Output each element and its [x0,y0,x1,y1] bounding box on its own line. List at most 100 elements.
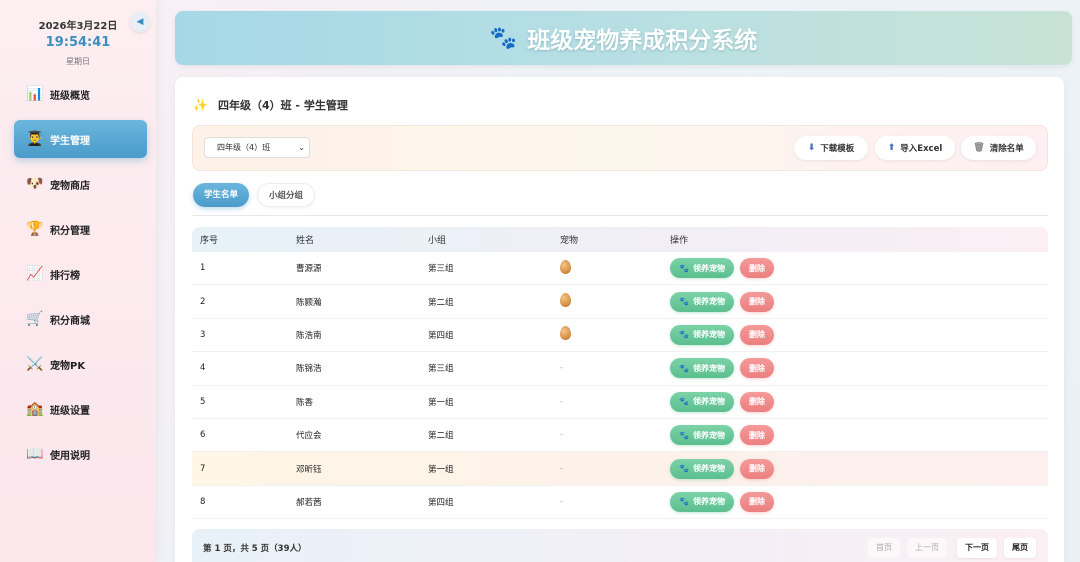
clock-panel: 2026年3月22日 19:54:41 星期日 [0,0,156,74]
sidebar-item-label: 班级设置 [50,405,90,417]
cell-name: 曹源源 [296,264,322,275]
cell-no: 7 [200,463,206,474]
last-page-button[interactable]: 尾页 [1004,538,1036,558]
adopt-pet-label: 领养宠物 [692,397,725,407]
cell-group: 第四组 [428,497,454,508]
tabs: 学生名单 小组分组 [193,183,323,207]
import-excel-label: 导入Excel [900,144,943,154]
cell-no: 1 [200,263,206,274]
column-header-name: 姓名 [296,236,315,246]
cell-actions: 🐾 领养宠物 删除 [670,291,1048,312]
sidebar: 2026年3月22日 19:54:41 星期日 ◀ 📊 班级概览 👨‍🎓 学生管… [0,0,156,562]
cell-no: 4 [200,363,206,374]
main-panel: ✨ 四年级（4）班 - 学生管理 四年级（4）班 ⌄ ⬇ 下载模板 ⬆ 导入Ex… [175,77,1064,562]
cell-group: 第一组 [428,464,454,475]
pagination-info: 第 1 页，共 5 页（39人） [203,544,307,554]
egg-icon [560,259,571,274]
trophy-icon: 🏆 [26,221,44,237]
next-page-button[interactable]: 下一页 [957,538,997,558]
sidebar-item-leaderboard[interactable]: 📈 排行榜 [14,255,147,293]
tab-student-list[interactable]: 学生名单 [193,183,250,207]
adopt-pet-button[interactable]: 🐾 领养宠物 [670,291,734,312]
cell-pet [560,326,670,343]
cell-group: 第二组 [428,431,454,442]
table-row: 6 代应会 第二组 - 🐾 领养宠物 删除 [192,419,1048,453]
import-excel-button[interactable]: ⬆ 导入Excel [875,136,955,160]
delete-student-button[interactable]: 删除 [739,358,774,379]
cell-no: 8 [200,496,206,507]
student-icon: 👨‍🎓 [26,131,44,147]
sidebar-item-label: 宠物商店 [50,180,90,192]
paw-icon: 🐾 [679,430,689,440]
dog-icon: 🐶 [26,176,44,192]
table-row: 7 邓昕钰 第一组 - 🐾 领养宠物 删除 [192,452,1048,486]
sidebar-item-pet-shop[interactable]: 🐶 宠物商店 [14,165,147,203]
cell-actions: 🐾 领养宠物 删除 [670,358,1048,379]
sidebar-item-points-management[interactable]: 🏆 积分管理 [14,210,147,248]
sidebar-item-student-management[interactable]: 👨‍🎓 学生管理 [14,120,147,158]
cell-group: 第四组 [428,330,454,341]
download-icon: ⬇ [807,143,816,153]
trend-icon: 📈 [26,266,44,282]
divider [192,215,1048,216]
adopt-pet-button[interactable]: 🐾 领养宠物 [670,491,734,512]
adopt-pet-button[interactable]: 🐾 领养宠物 [670,258,734,279]
class-select[interactable]: 四年级（4）班 ⌄ [204,137,310,158]
cell-pet: - [560,464,670,474]
cell-name: 郝若茜 [296,497,322,508]
paw-icon: 🐾 [679,263,689,273]
adopt-pet-button[interactable]: 🐾 领养宠物 [670,425,734,446]
adopt-pet-button[interactable]: 🐾 领养宠物 [670,391,734,412]
collapse-sidebar-button[interactable]: ◀ [130,12,150,32]
paw-icon: 🐾 [679,363,689,373]
delete-student-button[interactable]: 删除 [739,324,774,345]
sidebar-item-instructions[interactable]: 📖 使用说明 [14,435,147,473]
adopt-pet-button[interactable]: 🐾 领养宠物 [670,324,734,345]
sidebar-item-pet-pk[interactable]: ⚔️ 宠物PK [14,345,147,383]
cell-pet [560,259,670,277]
clear-list-label: 清除名单 [989,144,1024,154]
cell-name: 陈香 [296,397,314,408]
tab-group-division[interactable]: 小组分组 [257,183,316,207]
column-header-group: 小组 [428,236,447,246]
sparkle-icon: ✨ [193,98,208,112]
pagination: 第 1 页，共 5 页（39人） 首页 上一页 下一页 尾页 [192,529,1048,562]
egg-icon [560,326,571,341]
delete-student-button[interactable]: 删除 [739,491,774,512]
delete-student-button[interactable]: 删除 [739,425,774,446]
delete-student-button[interactable]: 删除 [739,258,774,279]
sidebar-item-label: 排行榜 [50,270,80,282]
download-template-button[interactable]: ⬇ 下载模板 [794,136,868,160]
delete-student-button[interactable]: 删除 [739,458,774,479]
class-select-value: 四年级（4）班 [217,143,271,152]
cell-actions: 🐾 领养宠物 删除 [670,491,1048,512]
chart-icon: 📊 [26,86,44,102]
clear-list-button[interactable]: 🗑 清除名单 [961,136,1036,160]
sidebar-item-label: 宠物PK [50,360,86,372]
page-title-text: 四年级（4）班 - 学生管理 [217,99,348,112]
cell-group: 第三组 [428,364,454,375]
table-row: 2 陈颢瀚 第二组 🐾 领养宠物 删除 [192,285,1048,319]
book-icon: 📖 [26,446,44,462]
sidebar-item-label: 积分管理 [50,225,90,237]
column-header-pet: 宠物 [560,236,579,246]
toolbar: 四年级（4）班 ⌄ ⬇ 下载模板 ⬆ 导入Excel 🗑 清除名单 [192,125,1048,171]
cell-pet: - [560,397,670,407]
cell-pet: - [560,363,670,373]
delete-student-button[interactable]: 删除 [739,391,774,412]
sidebar-item-points-mall[interactable]: 🛒 积分商城 [14,300,147,338]
cell-group: 第一组 [428,397,454,408]
prev-page-button[interactable]: 上一页 [907,538,947,558]
delete-student-button[interactable]: 删除 [739,291,774,312]
adopt-pet-button[interactable]: 🐾 领养宠物 [670,458,734,479]
sidebar-item-class-settings[interactable]: 🏫 班级设置 [14,390,147,428]
first-page-button[interactable]: 首页 [868,538,900,558]
adopt-pet-button[interactable]: 🐾 领养宠物 [670,358,734,379]
paw-icon: 🐾 [679,397,689,407]
sidebar-item-class-overview[interactable]: 📊 班级概览 [14,75,147,113]
app-title: 班级宠物养成积分系统 [527,28,758,54]
column-header-actions: 操作 [670,236,689,246]
table-header: 序号 姓名 小组 宠物 操作 [192,227,1048,252]
cell-no: 5 [200,396,206,407]
cell-group: 第二组 [428,297,454,308]
